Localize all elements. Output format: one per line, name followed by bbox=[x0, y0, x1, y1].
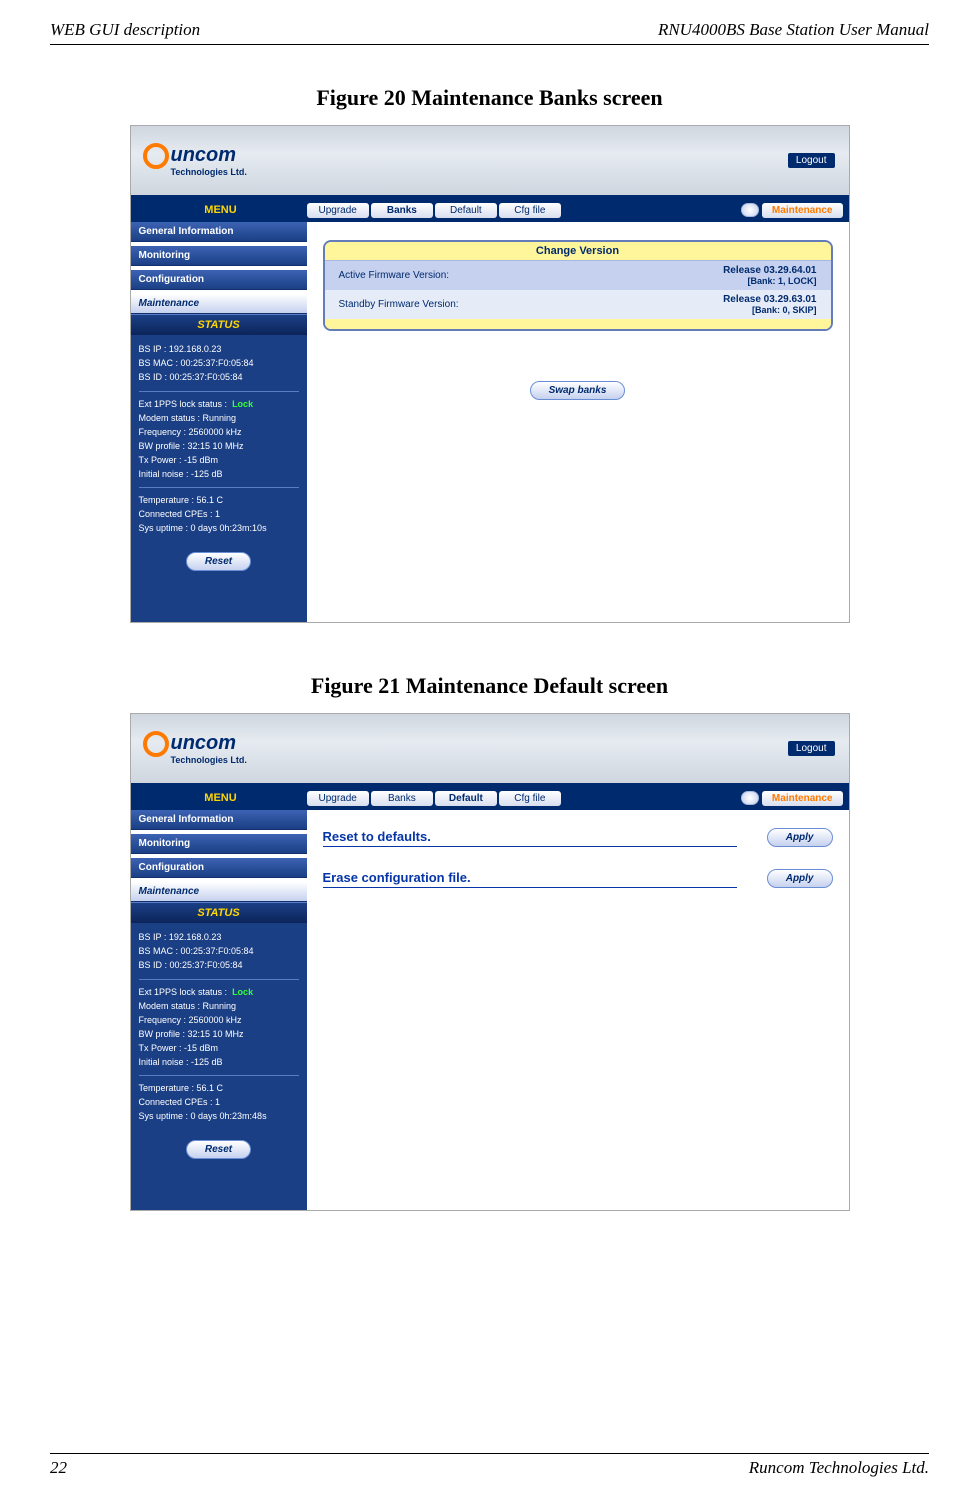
nav-maintenance[interactable]: Maintenance bbox=[131, 294, 307, 314]
status-tx-power: Tx Power : -15 dBm bbox=[139, 1042, 299, 1056]
swap-banks-button[interactable]: Swap banks bbox=[530, 381, 626, 400]
standby-firmware-row: Standby Firmware Version: Release 03.29.… bbox=[325, 290, 831, 319]
page-footer: 22 Runcom Technologies Ltd. bbox=[50, 1453, 929, 1478]
status-connected-cpes: Connected CPEs : 1 bbox=[139, 508, 299, 522]
status-temperature: Temperature : 56.1 C bbox=[139, 494, 299, 508]
tab-banks[interactable]: Banks bbox=[371, 203, 433, 218]
reset-to-defaults-label: Reset to defaults. bbox=[323, 829, 737, 847]
logo-sub: Technologies Ltd. bbox=[171, 755, 247, 765]
screenshot-default: uncom Technologies Ltd. Logout MENU Upgr… bbox=[130, 713, 850, 1211]
status-modem: Modem status : Running bbox=[139, 1000, 299, 1014]
status-frequency: Frequency : 2560000 kHz bbox=[139, 1014, 299, 1028]
status-initial-noise: Initial noise : -125 dB bbox=[139, 1056, 299, 1070]
standby-firmware-label: Standby Firmware Version: bbox=[339, 299, 459, 310]
tab-upgrade[interactable]: Upgrade bbox=[307, 203, 369, 218]
status-modem: Modem status : Running bbox=[139, 412, 299, 426]
status-bw-profile: BW profile : 32:15 10 MHz bbox=[139, 1028, 299, 1042]
footer-company: Runcom Technologies Ltd. bbox=[749, 1458, 929, 1478]
nav-monitoring[interactable]: Monitoring bbox=[131, 834, 307, 854]
indicator-dot-icon bbox=[741, 203, 759, 217]
indicator-dot-icon bbox=[741, 791, 759, 805]
page-running-header: WEB GUI description RNU4000BS Base Stati… bbox=[50, 20, 929, 45]
content-default: Reset to defaults. Apply Erase configura… bbox=[307, 810, 849, 1210]
active-firmware-label: Active Firmware Version: bbox=[339, 270, 450, 281]
figure-20-caption: Figure 20 Maintenance Banks screen bbox=[50, 85, 929, 111]
status-bs-id: BS ID : 00:25:37:F0:05:84 bbox=[139, 371, 299, 385]
status-pps: Ext 1PPS lock status : Lock bbox=[139, 398, 299, 412]
tab-default[interactable]: Default bbox=[435, 203, 497, 218]
standby-firmware-value: Release 03.29.63.01 [Bank: 0, SKIP] bbox=[723, 294, 816, 315]
logo: uncom Technologies Ltd. bbox=[131, 136, 259, 185]
logo-sub: Technologies Ltd. bbox=[171, 167, 247, 177]
sidebar: General Information Monitoring Configura… bbox=[131, 222, 307, 622]
tab-cfg-file[interactable]: Cfg file bbox=[499, 203, 561, 218]
tab-banks[interactable]: Banks bbox=[371, 791, 433, 806]
status-bs-mac: BS MAC : 00:25:37:F0:05:84 bbox=[139, 945, 299, 959]
status-bs-ip: BS IP : 192.168.0.23 bbox=[139, 931, 299, 945]
reset-button[interactable]: Reset bbox=[186, 1140, 251, 1159]
menu-bar: MENU Upgrade Banks Default Cfg file Main… bbox=[131, 198, 849, 222]
screenshot-banks: uncom Technologies Ltd. Logout MENU Upgr… bbox=[130, 125, 850, 623]
apply-erase-button[interactable]: Apply bbox=[767, 869, 833, 888]
apply-reset-button[interactable]: Apply bbox=[767, 828, 833, 847]
tab-default[interactable]: Default bbox=[435, 791, 497, 806]
change-version-header: Change Version bbox=[325, 242, 831, 261]
change-version-table: Change Version Active Firmware Version: … bbox=[323, 240, 833, 331]
status-bs-id: BS ID : 00:25:37:F0:05:84 bbox=[139, 959, 299, 973]
status-temperature: Temperature : 56.1 C bbox=[139, 1082, 299, 1096]
reset-row: Reset bbox=[131, 544, 307, 581]
figure-21-caption: Figure 21 Maintenance Default screen bbox=[50, 673, 929, 699]
breadcrumb-indicator: Maintenance bbox=[741, 791, 843, 806]
logo-main: uncom bbox=[171, 732, 247, 755]
status-sys-uptime: Sys uptime : 0 days 0h:23m:10s bbox=[139, 522, 299, 536]
status-header: STATUS bbox=[131, 902, 307, 923]
reset-to-defaults-row: Reset to defaults. Apply bbox=[323, 828, 833, 847]
sidebar: General Information Monitoring Configura… bbox=[131, 810, 307, 1210]
status-connected-cpes: Connected CPEs : 1 bbox=[139, 1096, 299, 1110]
app-header: uncom Technologies Ltd. Logout bbox=[131, 126, 849, 198]
content-banks: Change Version Active Firmware Version: … bbox=[307, 222, 849, 622]
nav-maintenance[interactable]: Maintenance bbox=[131, 882, 307, 902]
logout-link[interactable]: Logout bbox=[788, 153, 835, 168]
header-left: WEB GUI description bbox=[50, 20, 200, 40]
breadcrumb-indicator: Maintenance bbox=[741, 203, 843, 218]
erase-config-row: Erase configuration file. Apply bbox=[323, 869, 833, 888]
status-tx-power: Tx Power : -15 dBm bbox=[139, 454, 299, 468]
footer-page-number: 22 bbox=[50, 1458, 67, 1478]
header-right: RNU4000BS Base Station User Manual bbox=[658, 20, 929, 40]
nav-monitoring[interactable]: Monitoring bbox=[131, 246, 307, 266]
active-firmware-row: Active Firmware Version: Release 03.29.6… bbox=[325, 261, 831, 290]
menu-label: MENU bbox=[137, 792, 305, 804]
status-pps: Ext 1PPS lock status : Lock bbox=[139, 986, 299, 1000]
status-initial-noise: Initial noise : -125 dB bbox=[139, 468, 299, 482]
erase-config-label: Erase configuration file. bbox=[323, 870, 737, 888]
reset-row: Reset bbox=[131, 1132, 307, 1169]
status-block: BS IP : 192.168.0.23 BS MAC : 00:25:37:F… bbox=[131, 335, 307, 544]
status-frequency: Frequency : 2560000 kHz bbox=[139, 426, 299, 440]
status-block: BS IP : 192.168.0.23 BS MAC : 00:25:37:F… bbox=[131, 923, 307, 1132]
nav-general-information[interactable]: General Information bbox=[131, 810, 307, 830]
status-header: STATUS bbox=[131, 314, 307, 335]
menu-bar: MENU Upgrade Banks Default Cfg file Main… bbox=[131, 786, 849, 810]
logo-swoosh-icon bbox=[143, 731, 169, 757]
logo-swoosh-icon bbox=[143, 143, 169, 169]
app-header: uncom Technologies Ltd. Logout bbox=[131, 714, 849, 786]
nav-general-information[interactable]: General Information bbox=[131, 222, 307, 242]
status-bs-ip: BS IP : 192.168.0.23 bbox=[139, 343, 299, 357]
logout-link[interactable]: Logout bbox=[788, 741, 835, 756]
status-sys-uptime: Sys uptime : 0 days 0h:23m:48s bbox=[139, 1110, 299, 1124]
indicator-pill: Maintenance bbox=[762, 791, 843, 806]
nav-configuration[interactable]: Configuration bbox=[131, 270, 307, 290]
tab-upgrade[interactable]: Upgrade bbox=[307, 791, 369, 806]
status-bw-profile: BW profile : 32:15 10 MHz bbox=[139, 440, 299, 454]
logo-main: uncom bbox=[171, 144, 247, 167]
indicator-pill: Maintenance bbox=[762, 203, 843, 218]
status-bs-mac: BS MAC : 00:25:37:F0:05:84 bbox=[139, 357, 299, 371]
logo: uncom Technologies Ltd. bbox=[131, 724, 259, 773]
reset-button[interactable]: Reset bbox=[186, 552, 251, 571]
nav-configuration[interactable]: Configuration bbox=[131, 858, 307, 878]
menu-label: MENU bbox=[137, 204, 305, 216]
tab-cfg-file[interactable]: Cfg file bbox=[499, 791, 561, 806]
active-firmware-value: Release 03.29.64.01 [Bank: 1, LOCK] bbox=[723, 265, 816, 286]
